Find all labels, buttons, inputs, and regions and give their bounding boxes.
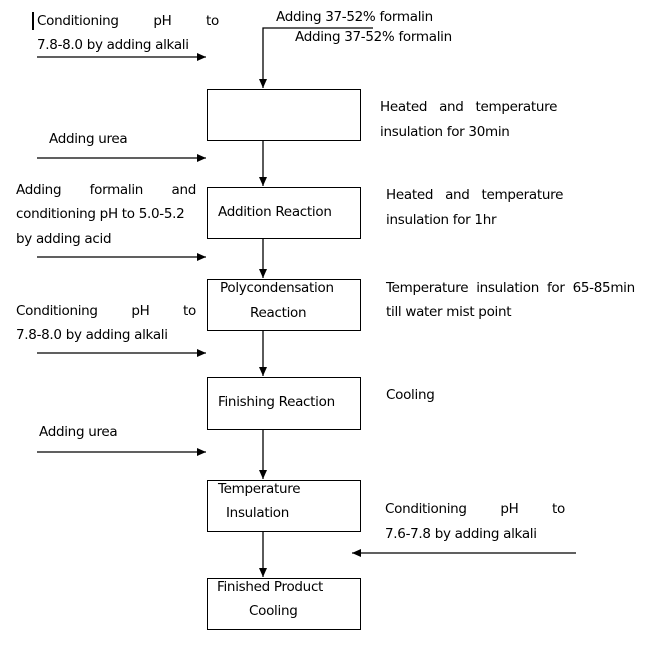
step-label-finishing: Finishing Reaction	[218, 394, 335, 410]
note-addition-2: insulation for 1hr	[386, 212, 497, 228]
word: Conditioning	[16, 303, 98, 319]
note-initial-1: Heated and temperature	[380, 99, 558, 115]
process-box-initial	[207, 89, 361, 141]
word: pH	[153, 13, 172, 29]
process-box-finished-product: Finished Product Cooling	[207, 578, 361, 630]
note-initial-2: insulation for 30min	[380, 124, 510, 140]
word: to	[206, 13, 219, 29]
input-ph-alkali-1-line1: Conditioning pH to	[37, 9, 219, 34]
formalin-label-duplicate: Adding 37-52% formalin	[295, 29, 452, 45]
input-ph-alkali-1-line2: 7.8-8.0 by adding alkali	[37, 37, 189, 53]
step-label-addition: Addition Reaction	[218, 204, 332, 220]
word: Conditioning	[37, 13, 119, 29]
word: to	[552, 501, 565, 517]
input-formalin-acid-line2: conditioning pH to 5.0-5.2	[16, 206, 185, 222]
input-ph-alkali-2-line2: 7.8-8.0 by adding alkali	[16, 327, 168, 343]
word: pH	[500, 501, 519, 517]
word: pH	[131, 303, 150, 319]
input-ph-alkali-2-line1: Conditioning pH to	[16, 299, 196, 324]
process-box-finishing: Finishing Reaction	[207, 377, 361, 430]
note-polycondensation-1: Temperature insulation for 65-85min	[386, 280, 635, 296]
word: and	[171, 182, 197, 198]
word: Conditioning	[385, 501, 467, 517]
word: to	[183, 303, 196, 319]
word: Adding	[16, 182, 62, 198]
step-label-finished-product-2: Cooling	[249, 603, 298, 619]
process-box-polycondensation: Polycondensation Reaction	[207, 279, 361, 331]
input-ph-alkali-3-line2: 7.6-7.8 by adding alkali	[385, 526, 537, 542]
input-ph-alkali-3-line1: Conditioning pH to	[385, 497, 565, 522]
word: formalin	[89, 182, 144, 198]
note-addition-1: Heated and temperature	[386, 187, 564, 203]
step-label-temp-insulation-1: Temperature	[218, 481, 301, 497]
step-label-polycondensation-2: Reaction	[250, 305, 307, 321]
step-label-temp-insulation-2: Insulation	[226, 505, 290, 521]
input-formalin-acid-line3: by adding acid	[16, 231, 112, 247]
step-label-finished-product-1: Finished Product	[217, 579, 324, 595]
note-finishing: Cooling	[386, 387, 435, 403]
process-box-temp-insulation: Temperature Insulation	[207, 480, 361, 532]
input-urea-1: Adding urea	[49, 131, 128, 147]
text-cursor-bar	[32, 12, 34, 30]
note-polycondensation-2: till water mist point	[386, 304, 512, 320]
input-formalin-acid-line1: Adding formalin and	[16, 178, 196, 203]
step-label-polycondensation-1: Polycondensation	[220, 280, 334, 296]
process-box-addition: Addition Reaction	[207, 187, 361, 239]
input-urea-2: Adding urea	[39, 424, 118, 440]
